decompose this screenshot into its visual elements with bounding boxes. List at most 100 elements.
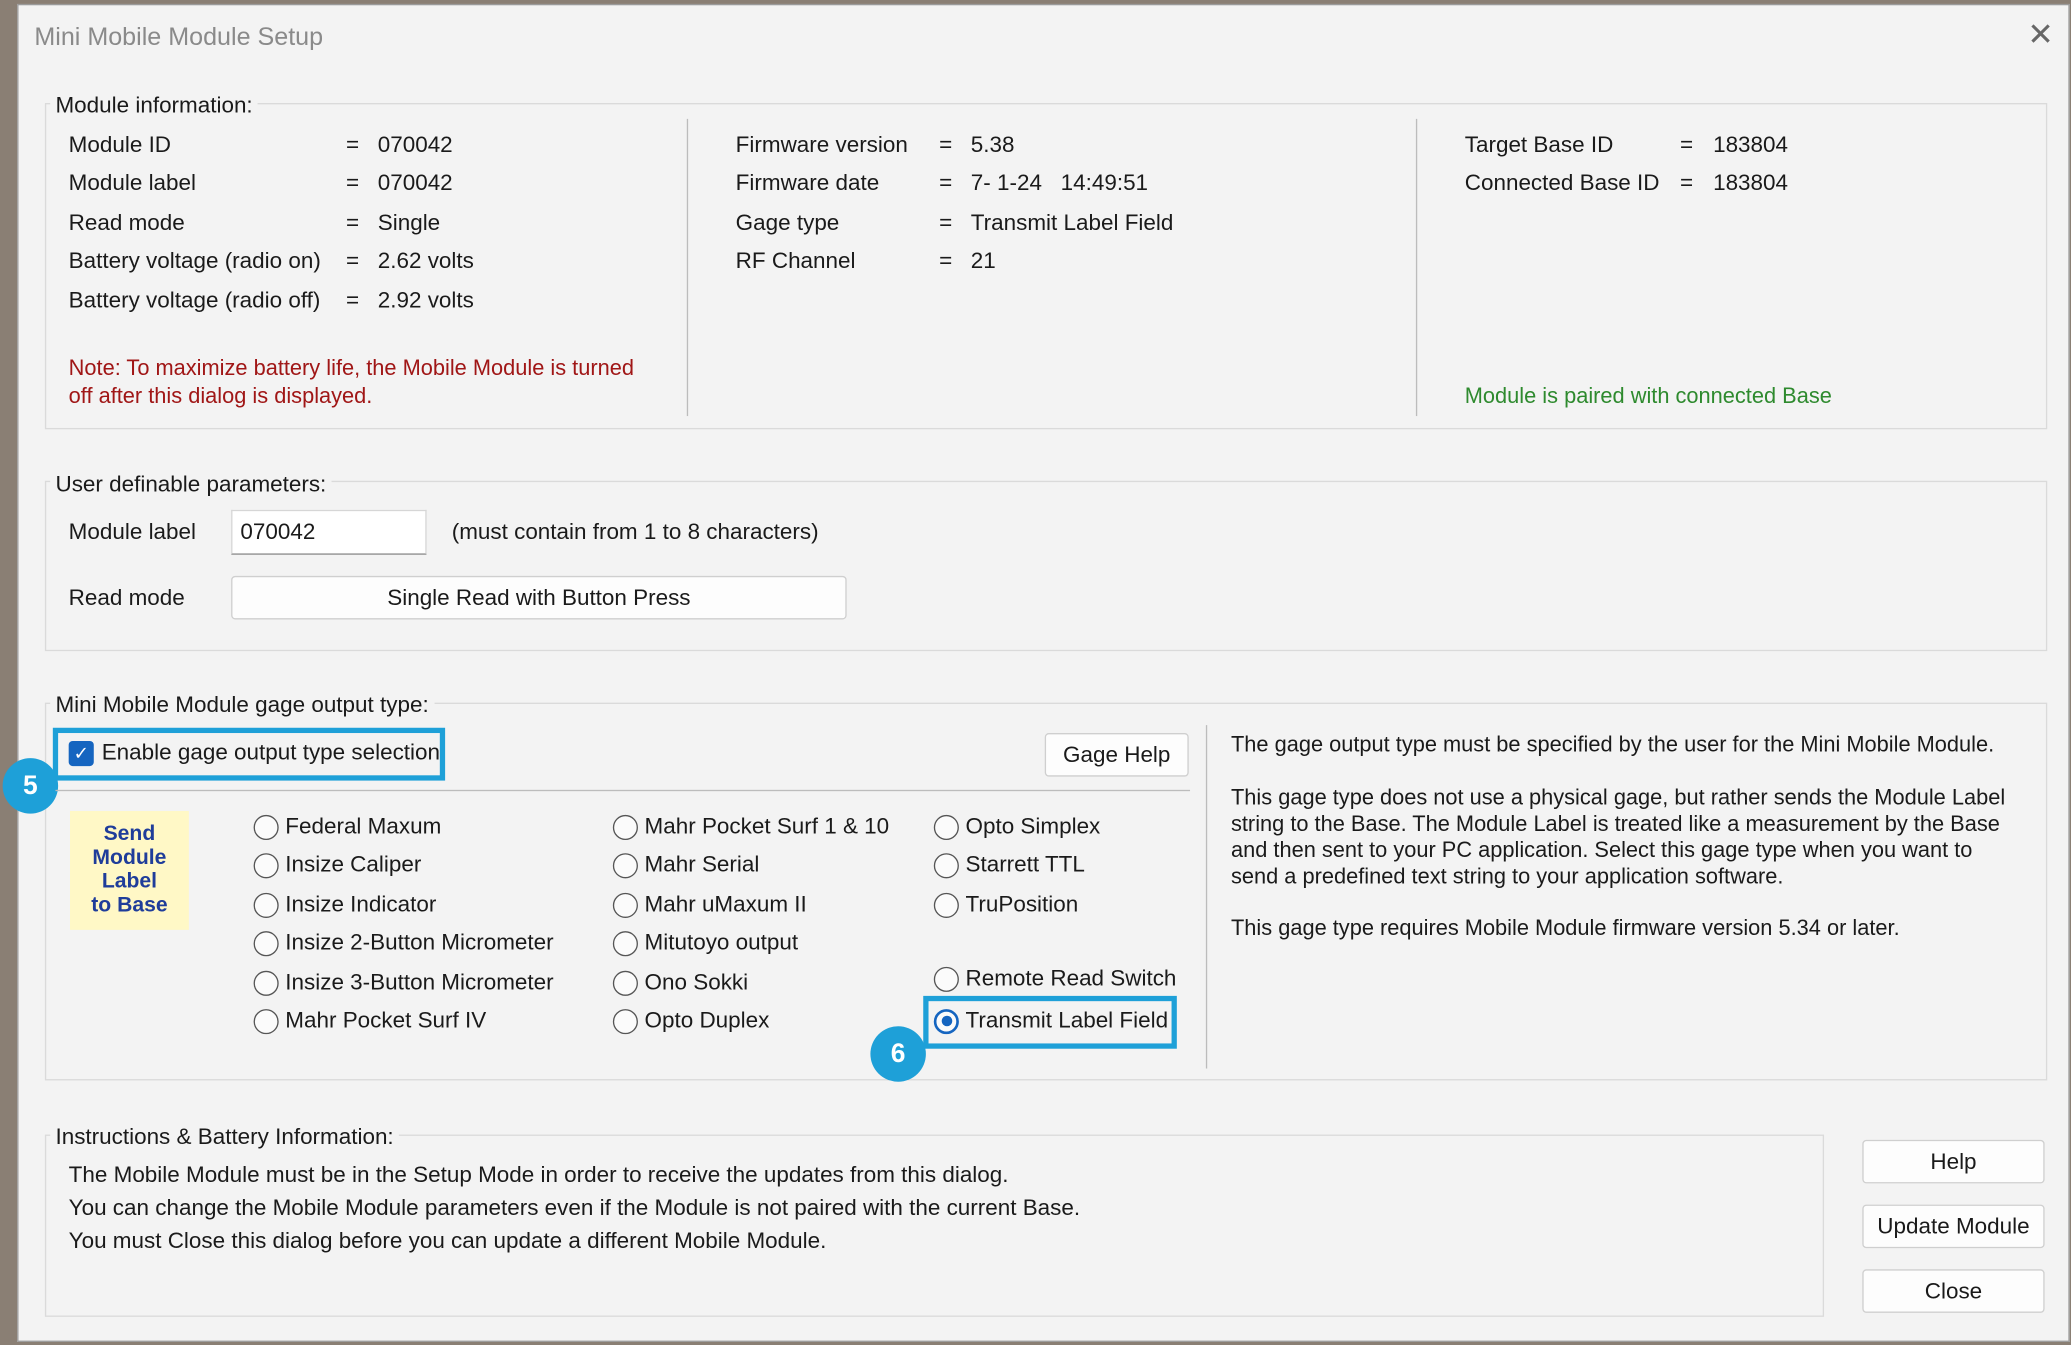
gage-type-value: Transmit Label Field [970, 210, 1174, 236]
radio-insize-2-button-micrometer[interactable]: Insize 2-Button Micrometer [253, 927, 554, 959]
firmware-version-value: 5.38 [970, 132, 1015, 158]
radio-opto-simplex[interactable]: Opto Simplex [933, 811, 1101, 843]
equals-sign: = [346, 248, 360, 274]
radio-label: TruPosition [965, 891, 1079, 917]
radio-insize-caliper[interactable]: Insize Caliper [253, 849, 422, 881]
firmware-version-label: Firmware version [735, 132, 908, 158]
send-label-line: Label [101, 870, 158, 893]
radio-circle-icon [933, 892, 959, 918]
equals-sign: = [346, 210, 360, 236]
gage-desc-divider [1205, 725, 1208, 1069]
radio-circle-icon [253, 814, 279, 840]
target-base-id-label: Target Base ID [1464, 132, 1614, 158]
radio-mahr-pocket-surf-iv[interactable]: Mahr Pocket Surf IV [253, 1005, 486, 1037]
gage-description-line: and then sent to your PC application. Se… [1230, 838, 1973, 863]
gage-description-intro: The gage output type must be specified b… [1230, 733, 1995, 757]
window-title: Mini Mobile Module Setup [34, 23, 324, 52]
radio-circle-icon [612, 930, 638, 956]
close-icon[interactable]: ✕ [2022, 17, 2059, 54]
equals-sign: = [1680, 132, 1694, 158]
radio-label: Opto Simplex [965, 813, 1101, 839]
connected-base-id-label: Connected Base ID [1464, 170, 1660, 196]
connected-base-id-value: 183804 [1713, 170, 1789, 196]
radio-mahr-pocket-surf-1-10[interactable]: Mahr Pocket Surf 1 & 10 [612, 811, 890, 843]
radio-circle-icon [612, 1008, 638, 1034]
radio-insize-3-button-micrometer[interactable]: Insize 3-Button Micrometer [253, 967, 554, 999]
radio-label: Opto Duplex [644, 1007, 770, 1033]
radio-remote-read-switch[interactable]: Remote Read Switch [933, 963, 1176, 995]
equals-sign: = [939, 210, 953, 236]
send-module-label-button[interactable]: Send Module Label to Base [70, 810, 189, 930]
gage-help-button[interactable]: Gage Help [1044, 733, 1189, 777]
radio-mahr-serial[interactable]: Mahr Serial [612, 849, 759, 881]
radio-circle-icon [253, 930, 279, 956]
user-params-legend: User definable parameters: [50, 471, 332, 498]
radio-circle-icon [933, 966, 959, 992]
firmware-date-label: Firmware date [735, 170, 880, 196]
radio-circle-icon [253, 892, 279, 918]
update-module-button[interactable]: Update Module [1862, 1204, 2045, 1249]
battery-on-label: Battery voltage (radio on) [68, 248, 321, 274]
gage-description-firmware: This gage type requires Mobile Module fi… [1230, 916, 1900, 941]
radio-label: Insize 3-Button Micrometer [285, 969, 554, 995]
instruction-line: The Mobile Module must be in the Setup M… [68, 1162, 1009, 1188]
module-label-input[interactable] [231, 509, 427, 555]
equals-sign: = [346, 287, 360, 314]
battery-note-line1: Note: To maximize battery life, the Mobi… [68, 356, 634, 381]
radio-circle-icon [612, 852, 638, 878]
equals-sign: = [939, 132, 953, 158]
step-5-badge: 5 [2, 758, 59, 814]
equals-sign: = [1680, 170, 1694, 196]
radio-label: Insize Indicator [285, 891, 437, 917]
step-6-highlight [923, 995, 1177, 1049]
module-label-hint: (must contain from 1 to 8 characters) [451, 519, 819, 545]
rf-channel-label: RF Channel [735, 248, 856, 274]
send-label-line: Send [103, 822, 156, 846]
radio-mitutoyo-output[interactable]: Mitutoyo output [612, 927, 799, 959]
instruction-line: You can change the Mobile Module paramet… [68, 1195, 1081, 1221]
gage-output-legend: Mini Mobile Module gage output type: [50, 692, 434, 719]
radio-circle-icon [612, 814, 638, 840]
read-mode-select[interactable]: Single Read with Button Press [231, 575, 847, 620]
radio-starrett-ttl[interactable]: Starrett TTL [933, 849, 1085, 881]
radio-truposition[interactable]: TruPosition [933, 889, 1079, 921]
gage-description-line: send a predefined text string to your ap… [1230, 865, 1784, 889]
radio-mahr-umaxum-ii[interactable]: Mahr uMaxum II [612, 889, 807, 921]
radio-label: Mahr uMaxum II [644, 891, 807, 917]
radio-label: Insize Caliper [285, 851, 422, 878]
module-label-field-label: Module label [68, 519, 197, 545]
equals-sign: = [939, 248, 953, 274]
firmware-date-value: 7- 1-24 14:49:51 [970, 170, 1149, 196]
close-button[interactable]: Close [1862, 1269, 2045, 1313]
radio-label: Starrett TTL [965, 851, 1085, 878]
read-mode-value: Single [377, 210, 441, 236]
radio-circle-icon [253, 1008, 279, 1034]
help-button[interactable]: Help [1862, 1139, 2045, 1184]
equals-sign: = [346, 170, 360, 196]
radio-circle-icon [612, 970, 638, 996]
radio-label: Mitutoyo output [644, 929, 799, 955]
module-label-value: 070042 [377, 170, 453, 196]
send-label-line: Module [92, 846, 167, 870]
module-info-legend: Module information: [50, 92, 258, 119]
radio-circle-icon [612, 892, 638, 918]
radio-opto-duplex[interactable]: Opto Duplex [612, 1005, 770, 1037]
gage-type-label: Gage type [735, 210, 840, 236]
radio-insize-indicator[interactable]: Insize Indicator [253, 889, 437, 921]
user-params-group [44, 480, 2048, 652]
radio-ono-sokki[interactable]: Ono Sokki [612, 967, 748, 999]
radio-federal-maxum[interactable]: Federal Maxum [253, 811, 441, 843]
gage-description-line: This gage type does not use a physical g… [1230, 785, 2006, 810]
battery-on-value: 2.62 volts [377, 248, 474, 274]
radio-circle-icon [253, 970, 279, 996]
column-divider [686, 118, 689, 417]
read-mode-field-label: Read mode [68, 585, 185, 611]
gage-divider [55, 789, 1191, 792]
radio-label: Insize 2-Button Micrometer [285, 929, 554, 955]
send-label-line: to Base [91, 894, 168, 917]
column-divider [1415, 118, 1418, 417]
read-mode-label: Read mode [68, 210, 185, 236]
radio-label: Mahr Pocket Surf 1 & 10 [644, 813, 890, 839]
rf-channel-value: 21 [970, 248, 996, 274]
gage-description-line: string to the Base. The Module Label is … [1230, 812, 2000, 837]
